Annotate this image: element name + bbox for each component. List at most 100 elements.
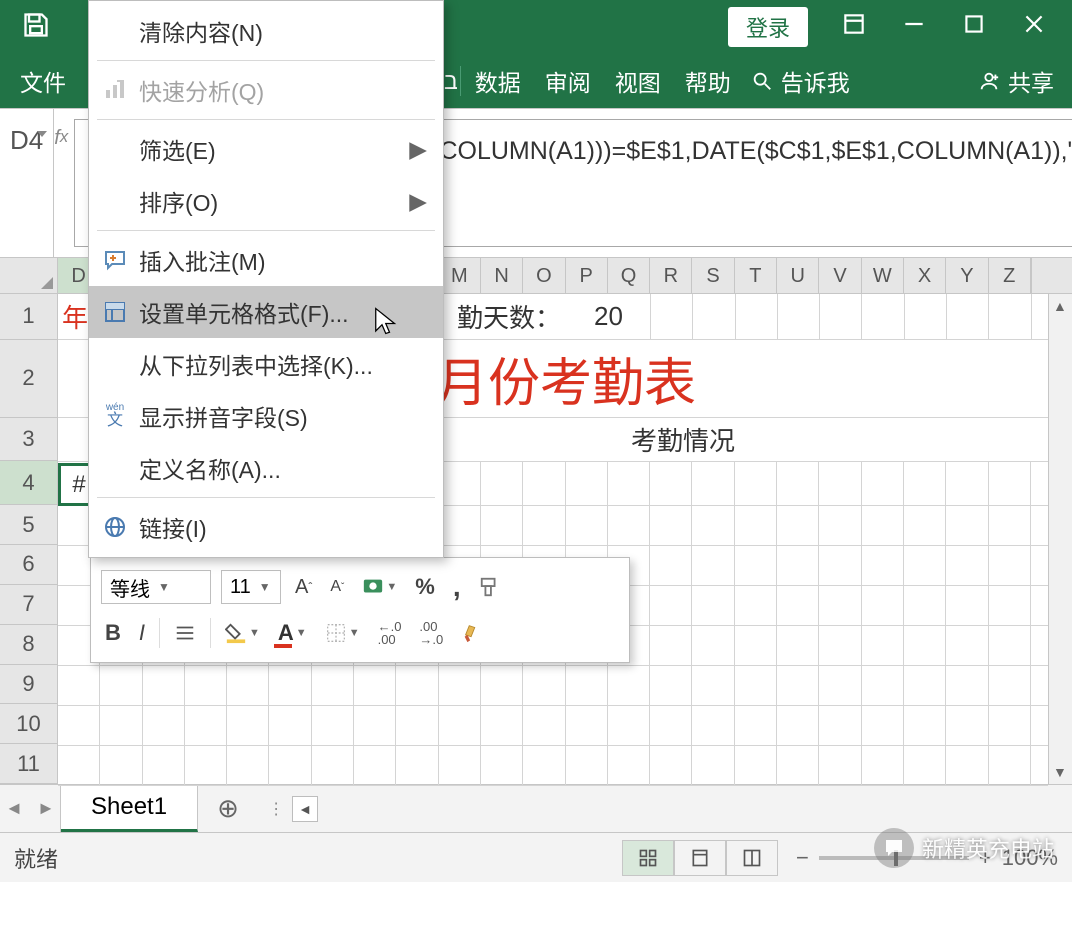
tab-data[interactable]: 数据 — [463, 54, 533, 108]
comma-format-icon[interactable]: , — [449, 571, 465, 603]
menu-pick-from-dropdown[interactable]: 从下拉列表中选择(K)... — [89, 338, 443, 390]
column-header[interactable]: T — [735, 258, 777, 293]
column-header[interactable]: Y — [946, 258, 988, 293]
column-header[interactable]: U — [777, 258, 819, 293]
column-header[interactable]: O — [523, 258, 565, 293]
login-button[interactable]: 登录 — [728, 7, 808, 47]
phonetic-icon: wén文 — [101, 402, 129, 430]
row-header[interactable]: 2 — [0, 340, 58, 418]
wechat-icon — [874, 828, 914, 868]
row-header[interactable]: 9 — [0, 665, 58, 705]
font-size: 11 — [230, 576, 251, 599]
add-sheet-button[interactable]: ⊕ — [198, 793, 258, 824]
row-header[interactable]: 4 — [0, 461, 58, 505]
zoom-out-button[interactable]: − — [796, 845, 809, 871]
font-size-combo[interactable]: 11▼ — [221, 570, 281, 604]
column-header[interactable]: N — [481, 258, 523, 293]
menu-insert-comment[interactable]: 插入批注(M) — [89, 234, 443, 286]
menu-label: 显示拼音字段(S) — [139, 399, 308, 433]
menu-label: 链接(I) — [139, 510, 207, 544]
view-page-layout-button[interactable] — [674, 840, 726, 876]
view-normal-button[interactable] — [622, 840, 674, 876]
row-header[interactable]: 6 — [0, 545, 58, 585]
quick-analysis-icon — [101, 76, 129, 104]
decrease-decimal-icon[interactable]: .00 →.0 — [415, 620, 447, 646]
attendance-days-value: 20 — [594, 301, 623, 332]
row-header[interactable]: 10 — [0, 704, 58, 744]
watermark-text: 新精英充电站 — [922, 832, 1054, 864]
row-headers: 1 2 3 4 5 6 7 8 9 10 11 — [0, 294, 58, 784]
horizontal-scrollbar[interactable]: ⋮ ◄ — [258, 796, 1072, 822]
column-header[interactable]: M — [439, 258, 481, 293]
tab-help[interactable]: 帮助 — [673, 54, 743, 108]
column-header[interactable]: S — [692, 258, 734, 293]
column-header[interactable]: V — [819, 258, 861, 293]
row-header[interactable]: 3 — [0, 418, 58, 462]
column-header[interactable]: R — [650, 258, 692, 293]
fx-icon[interactable]: fx — [54, 109, 68, 257]
accounting-format-icon[interactable]: ▼ — [358, 576, 401, 598]
scroll-up-icon[interactable]: ▲ — [1053, 298, 1067, 314]
attendance-status-header: 考勤情况 — [631, 421, 735, 458]
select-all-button[interactable] — [0, 258, 58, 293]
decrease-font-icon[interactable]: Aˇ — [326, 578, 348, 596]
menu-link[interactable]: 链接(I) — [89, 501, 443, 553]
tab-file[interactable]: 文件 — [0, 54, 86, 108]
context-menu: 清除内容(N) 快速分析(Q) 筛选(E)▶ 排序(O)▶ 插入批注(M) 设置… — [88, 0, 444, 558]
row-header[interactable]: 1 — [0, 294, 58, 340]
comment-icon — [101, 246, 129, 274]
row-header[interactable]: 5 — [0, 505, 58, 545]
font-color-icon[interactable]: A▼ — [274, 620, 311, 646]
year-label: 年 — [62, 298, 88, 335]
view-page-break-button[interactable] — [726, 840, 778, 876]
menu-filter[interactable]: 筛选(E) ▶ — [89, 123, 443, 175]
tab-hidden-letter: ב — [444, 68, 458, 95]
name-box[interactable]: D4 — [0, 109, 54, 257]
sheet-tab-sheet1[interactable]: Sheet1 — [61, 785, 198, 832]
submenu-arrow-icon: ▶ — [409, 136, 427, 163]
align-icon[interactable] — [170, 622, 200, 644]
fill-color-icon[interactable]: ▼ — [221, 622, 264, 644]
column-header[interactable]: X — [904, 258, 946, 293]
tell-me-search[interactable]: 告诉我 — [751, 64, 850, 98]
menu-label: 筛选(E) — [139, 132, 216, 166]
menu-label: 定义名称(A)... — [139, 451, 281, 485]
increase-decimal-icon[interactable]: ←.0 .00 — [374, 620, 406, 646]
bold-button[interactable]: B — [101, 620, 125, 646]
menu-label: 插入批注(M) — [139, 243, 265, 277]
menu-quick-analysis: 快速分析(Q) — [89, 64, 443, 116]
close-button[interactable] — [1004, 11, 1064, 43]
column-header[interactable]: W — [862, 258, 904, 293]
menu-define-name[interactable]: 定义名称(A)... — [89, 442, 443, 494]
menu-show-phonetic[interactable]: wén文 显示拼音字段(S) — [89, 390, 443, 442]
row-header[interactable]: 8 — [0, 625, 58, 665]
watermark: 新精英充电站 — [874, 828, 1054, 868]
vertical-scrollbar[interactable]: ▲ ▼ — [1048, 294, 1072, 784]
borders-icon[interactable]: ▼ — [321, 622, 364, 644]
format-painter-icon-2[interactable] — [457, 622, 487, 644]
menu-label: 清除内容(N) — [139, 14, 263, 48]
menu-clear-contents[interactable]: 清除内容(N) — [89, 5, 443, 57]
share-button[interactable]: 共享 — [978, 64, 1072, 98]
maximize-button[interactable] — [944, 11, 1004, 43]
menu-sort[interactable]: 排序(O)▶ — [89, 175, 443, 227]
minimize-button[interactable] — [884, 11, 944, 43]
tab-view[interactable]: 视图 — [603, 54, 673, 108]
tab-review[interactable]: 审阅 — [533, 54, 603, 108]
status-ready: 就绪 — [14, 842, 58, 874]
italic-button[interactable]: I — [135, 620, 149, 646]
row-header[interactable]: 11 — [0, 744, 58, 784]
column-header[interactable]: P — [566, 258, 608, 293]
row-header[interactable]: 7 — [0, 585, 58, 625]
sheet-nav[interactable]: ◄► — [0, 798, 60, 819]
format-cells-icon — [101, 298, 129, 326]
column-header[interactable]: Q — [608, 258, 650, 293]
scroll-down-icon[interactable]: ▼ — [1053, 764, 1067, 780]
column-header[interactable]: Z — [989, 258, 1031, 293]
percent-format-icon[interactable]: % — [411, 574, 439, 600]
format-painter-icon[interactable] — [475, 576, 505, 598]
cursor-icon — [372, 306, 402, 341]
ribbon-options-icon[interactable] — [824, 11, 884, 43]
increase-font-icon[interactable]: Aˆ — [291, 576, 316, 599]
font-name-combo[interactable]: 等线▼ — [101, 570, 211, 604]
